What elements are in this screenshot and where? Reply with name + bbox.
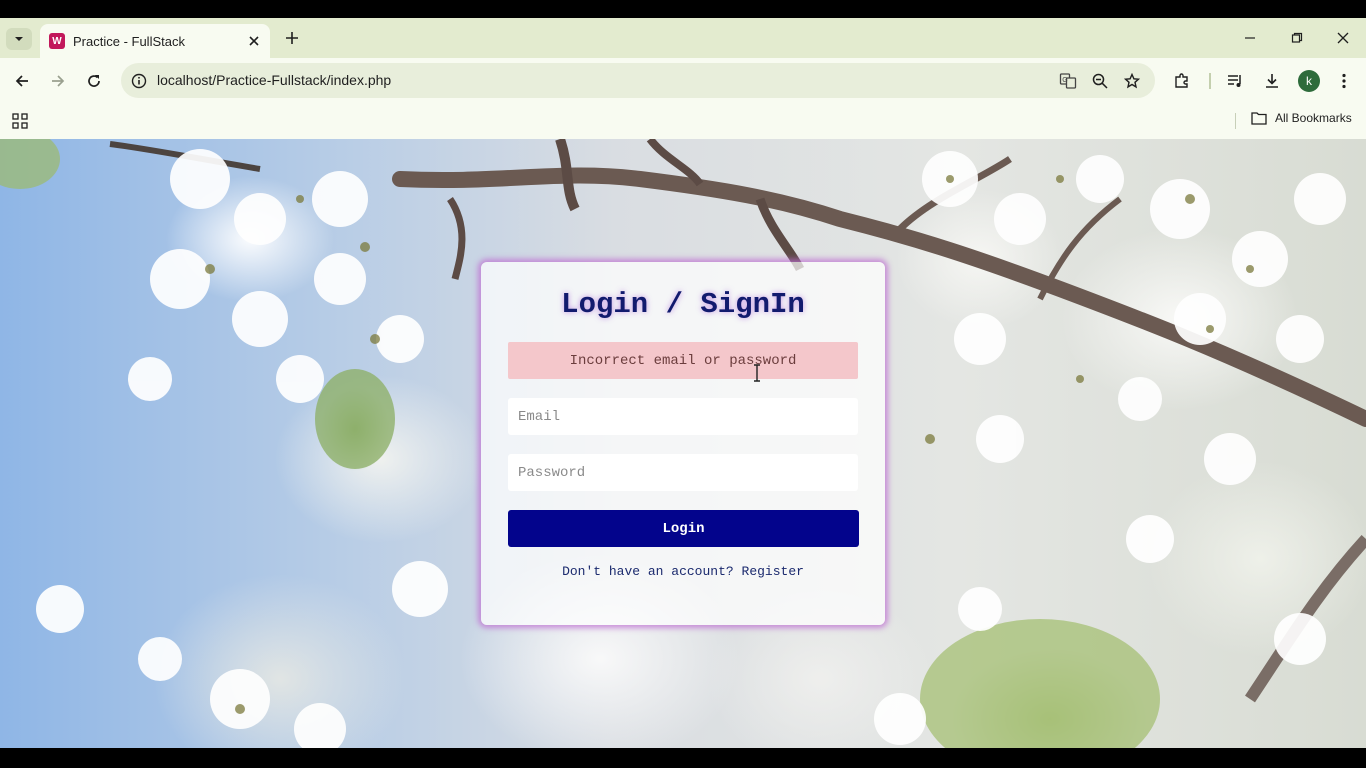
restore-icon — [1291, 32, 1303, 43]
reload-icon — [88, 75, 100, 87]
more-vertical-icon — [1342, 73, 1346, 89]
wampserver-favicon-icon: W — [49, 33, 65, 49]
media-controls-button[interactable] — [1223, 69, 1247, 93]
star-icon — [1124, 73, 1140, 89]
password-field[interactable] — [508, 454, 858, 491]
screen-top-border — [0, 0, 1366, 18]
plus-icon — [286, 32, 298, 44]
close-icon — [249, 36, 259, 46]
back-button[interactable] — [10, 69, 34, 93]
translate-button[interactable]: G — [1057, 70, 1079, 92]
close-window-button[interactable] — [1331, 26, 1355, 50]
arrow-right-icon — [52, 75, 65, 87]
tab-search-button[interactable] — [6, 28, 32, 50]
browser-menu-button[interactable] — [1332, 69, 1356, 93]
all-bookmarks-label: All Bookmarks — [1275, 111, 1352, 125]
bookmarks-separator — [1235, 113, 1236, 129]
close-icon — [1337, 32, 1349, 44]
toolbar-separator — [1209, 73, 1211, 89]
minimize-button[interactable] — [1238, 26, 1262, 50]
register-prompt-text: Don't have an account? — [562, 564, 734, 579]
text-cursor-icon — [754, 364, 760, 382]
extensions-button[interactable] — [1170, 69, 1194, 93]
address-bar[interactable]: localhost/Practice-Fullstack/index.php G — [121, 63, 1155, 98]
tab-strip: W Practice - FullStack — [0, 18, 1366, 58]
tab-title: Practice - FullStack — [73, 33, 185, 49]
error-alert: Incorrect email or password — [508, 342, 858, 379]
minimize-icon — [1245, 37, 1255, 39]
register-link[interactable]: Register — [742, 564, 804, 579]
arrow-left-icon — [15, 75, 28, 87]
bookmark-star-button[interactable] — [1121, 70, 1143, 92]
register-prompt-line: Don't have an account? Register — [481, 564, 885, 579]
active-tab[interactable]: W Practice - FullStack — [40, 24, 270, 58]
close-tab-button[interactable] — [246, 33, 262, 49]
download-icon — [1266, 74, 1278, 88]
forward-button[interactable] — [46, 69, 70, 93]
info-icon — [131, 73, 147, 89]
chevron-down-icon — [15, 37, 23, 41]
site-info-button[interactable] — [129, 71, 149, 91]
zoom-button[interactable] — [1089, 70, 1111, 92]
folder-icon — [1251, 112, 1267, 125]
puzzle-icon — [1175, 73, 1188, 88]
url-text[interactable]: localhost/Practice-Fullstack/index.php — [157, 72, 391, 88]
all-bookmarks-button[interactable]: All Bookmarks — [1251, 111, 1352, 125]
login-card: Login / SignIn Incorrect email or passwo… — [481, 262, 885, 625]
login-button[interactable]: Login — [508, 510, 859, 547]
reload-button[interactable] — [82, 69, 106, 93]
profile-avatar[interactable]: k — [1298, 70, 1320, 92]
page-viewport: Login / SignIn Incorrect email or passwo… — [0, 139, 1366, 748]
screen-bottom-border — [0, 748, 1366, 768]
zoom-out-icon — [1092, 73, 1108, 89]
svg-text:G: G — [1062, 77, 1067, 84]
translate-icon: G — [1059, 73, 1077, 89]
downloads-button[interactable] — [1260, 69, 1284, 93]
email-field[interactable] — [508, 398, 858, 435]
restore-button[interactable] — [1285, 26, 1309, 50]
playlist-icon — [1228, 75, 1241, 87]
browser-toolbar: localhost/Practice-Fullstack/index.php G… — [0, 58, 1366, 104]
apps-grid-icon[interactable] — [11, 112, 29, 130]
bookmarks-bar: All Bookmarks — [0, 104, 1366, 139]
new-tab-button[interactable] — [282, 28, 302, 48]
login-title: Login / SignIn — [561, 288, 805, 321]
